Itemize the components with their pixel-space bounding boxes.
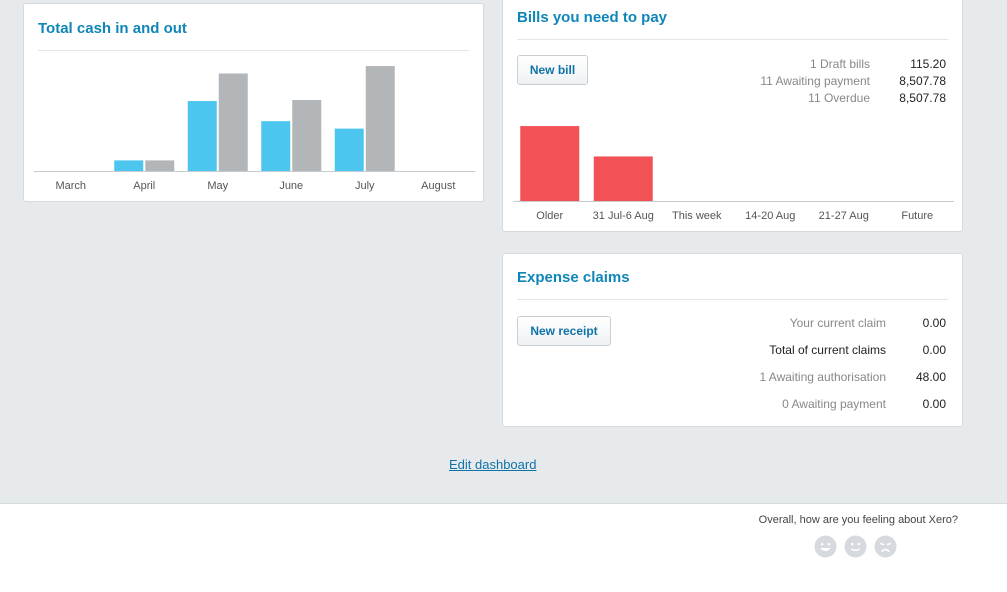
expense-panel-divider [517,299,948,300]
bills-x-tick-label: This week [672,210,722,222]
feedback-question: Overall, how are you feeling about Xero? [758,514,958,526]
cash-in-bar-june [261,121,291,171]
awaiting-payment-claims-value: 0.00 [922,397,946,411]
cash-out-bar-july [365,66,395,171]
cash-in-bar-july [334,128,364,171]
cash-panel-divider [38,50,469,51]
bills-x-tick-label: Future [901,210,933,222]
awaiting-payment-claims-label[interactable]: 0 Awaiting payment [782,397,886,411]
cash-chart: March April May June July August [34,66,475,192]
bills-panel: Bills you need to pay New bill 1 Draft b… [502,0,963,232]
total-claims-label: Total of current claims [769,343,886,357]
current-claim-value: 0.00 [922,316,946,330]
new-bill-button[interactable]: New bill [517,55,588,85]
awaiting-authorisation-label[interactable]: 1 Awaiting authorisation [759,370,886,384]
current-claim-label: Your current claim [789,316,886,330]
feedback-footer: Overall, how are you feeling about Xero? [0,503,1007,592]
overdue-label[interactable]: 11 Overdue [808,91,870,105]
sad-face-icon[interactable] [874,535,897,558]
cash-in-bar-april [114,160,144,171]
cash-x-tick-label: July [355,180,375,192]
cash-out-bar-may [218,73,248,171]
cash-out-bar-april [145,160,175,171]
cash-x-tick-label: April [133,180,155,192]
awaiting-payment-value: 8,507.78 [899,74,946,88]
bills-chart: Older 31 Jul-6 Aug This week 14-20 Aug 21-27… [513,126,954,222]
cash-panel-title: Total cash in and out [38,20,187,37]
bills-bar-31-jul-6-aug[interactable] [593,156,653,201]
bills-x-tick-label: 31 Jul-6 Aug [593,210,654,222]
cash-x-tick-label: March [55,180,86,192]
cash-panel: Total cash in and out March April May June J… [23,3,484,202]
happy-face-icon[interactable] [814,535,837,558]
overdue-value: 8,507.78 [899,91,946,105]
bills-panel-divider [517,39,948,40]
bills-x-tick-label: 14-20 Aug [745,210,795,222]
cash-x-tick-label: June [279,180,303,192]
awaiting-authorisation-value: 48.00 [915,370,946,384]
cash-out-bar-june [292,99,322,171]
draft-bills-label[interactable]: 1 Draft bills [810,57,870,71]
expense-panel-title: Expense claims [517,269,630,286]
bills-x-tick-label: Older [536,210,563,222]
edit-dashboard-link[interactable]: Edit dashboard [449,457,536,472]
neutral-face-icon[interactable] [844,535,867,558]
cash-in-bar-may [187,101,217,171]
expense-panel: Expense claims New receipt Your current … [502,253,963,427]
draft-bills-value: 115.20 [910,57,946,71]
bills-panel-title: Bills you need to pay [517,9,668,26]
bills-x-tick-label: 21-27 Aug [819,210,869,222]
cash-x-tick-label: May [207,180,228,192]
new-receipt-button[interactable]: New receipt [517,316,611,346]
total-claims-value: 0.00 [922,343,946,357]
bills-bar-older[interactable] [520,126,580,201]
awaiting-payment-label[interactable]: 11 Awaiting payment [760,74,870,88]
cash-x-tick-label: August [421,180,455,192]
